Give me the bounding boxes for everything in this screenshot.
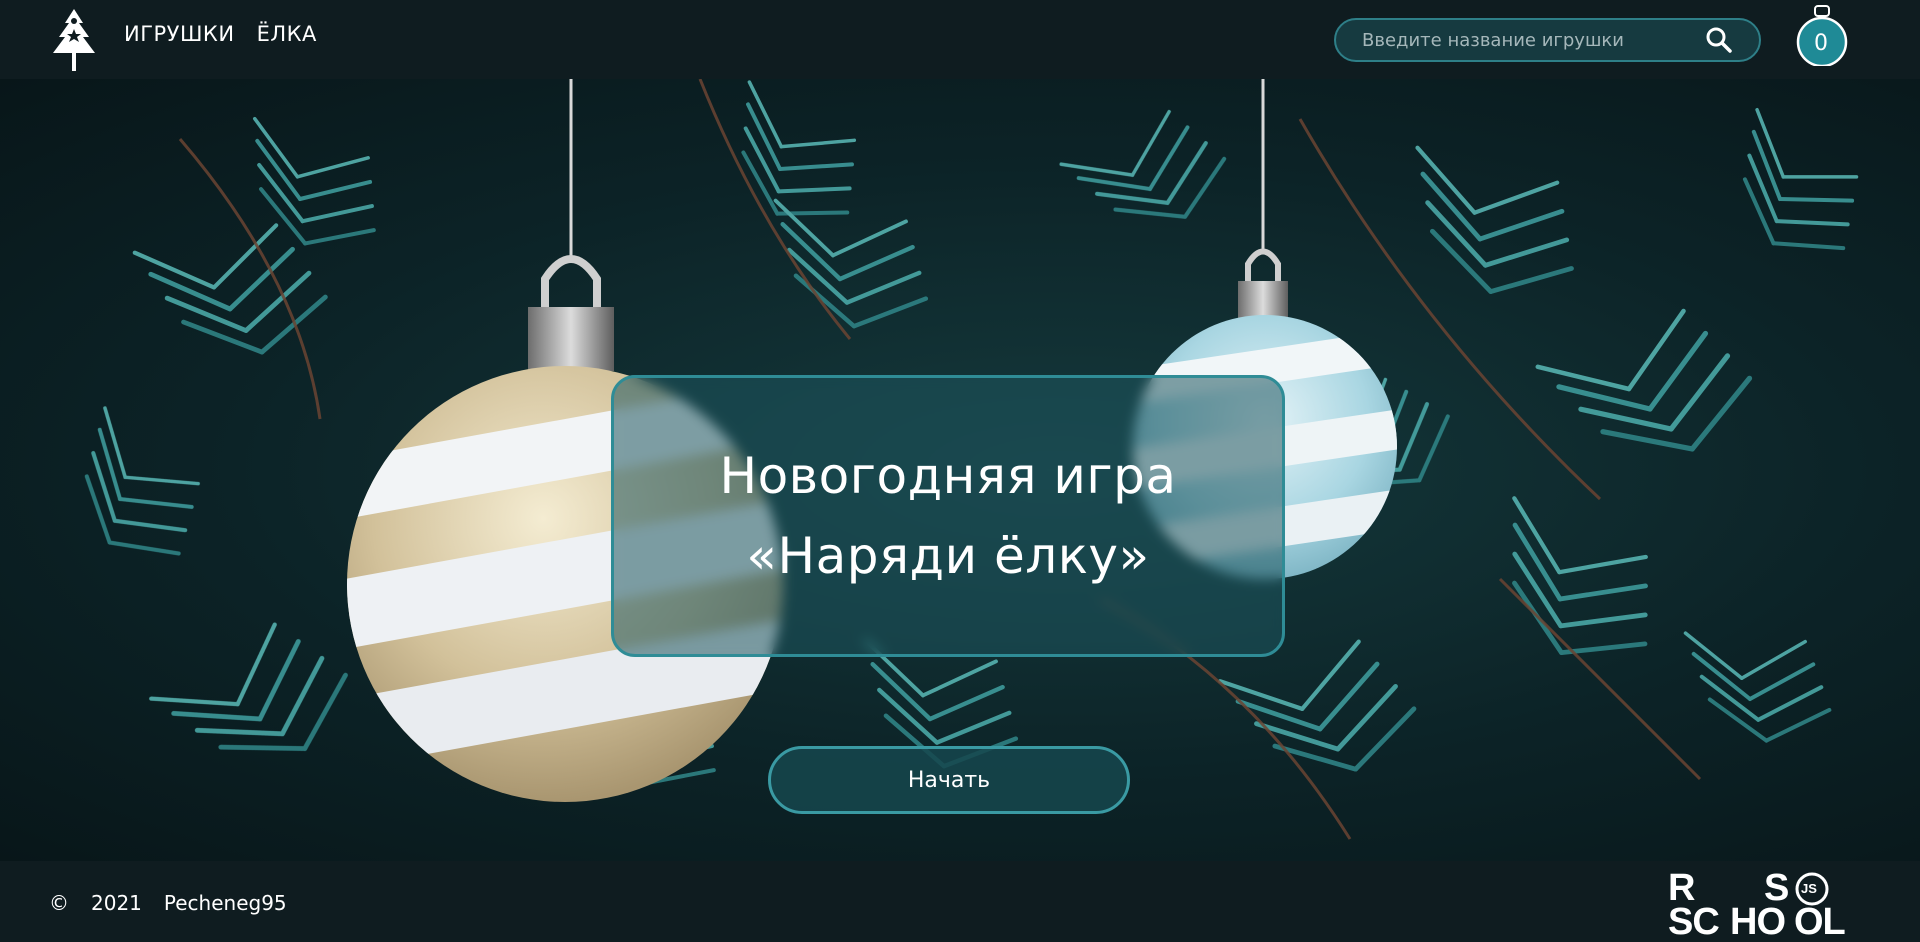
footer: © 2021 Pecheneg95 R S SC HO OL JS bbox=[0, 861, 1920, 942]
rs-logo-ol: OL bbox=[1794, 901, 1846, 942]
rs-logo-sc: SC bbox=[1668, 901, 1720, 942]
start-button[interactable]: Начать bbox=[768, 746, 1130, 814]
counter-value: 0 bbox=[1814, 30, 1828, 56]
search-box bbox=[1334, 18, 1761, 62]
copyright: © 2021 Pecheneg95 bbox=[49, 891, 287, 915]
main-nav: ИГРУШКИ ЁЛКА bbox=[124, 22, 317, 46]
copyright-year: 2021 bbox=[91, 891, 142, 915]
rs-logo-js: JS bbox=[1801, 881, 1817, 896]
title-line-1: Новогодняя игра bbox=[719, 447, 1177, 505]
rs-logo-ho: HO bbox=[1730, 901, 1786, 942]
search-input[interactable] bbox=[1336, 20, 1705, 60]
title-line-2: «Наряди ёлку» bbox=[746, 527, 1150, 585]
game-title-panel: Новогодняя игра «Наряди ёлку» bbox=[611, 375, 1285, 657]
hero-section: Новогодняя игра «Наряди ёлку» Начать bbox=[0, 79, 1920, 861]
tree-logo-icon[interactable] bbox=[49, 7, 99, 73]
header: ИГРУШКИ ЁЛКА 0 bbox=[0, 0, 1920, 79]
copyright-symbol: © bbox=[49, 891, 69, 915]
search-icon[interactable] bbox=[1705, 26, 1733, 54]
rs-school-logo[interactable]: R S SC HO OL JS bbox=[1666, 869, 1854, 942]
selected-toys-counter[interactable]: 0 bbox=[1796, 4, 1848, 66]
nav-toys-link[interactable]: ИГРУШКИ bbox=[124, 22, 235, 46]
author-github-link[interactable]: Pecheneg95 bbox=[164, 891, 287, 915]
nav-tree-link[interactable]: ЁЛКА bbox=[257, 22, 317, 46]
